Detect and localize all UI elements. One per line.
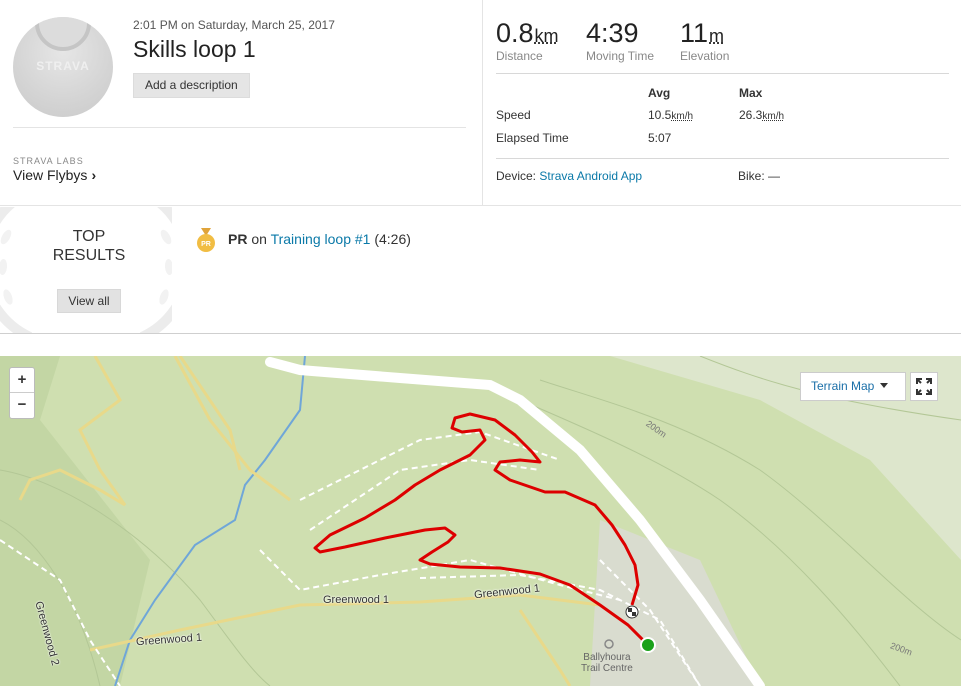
pr-prefix: PR [228, 231, 248, 247]
view-all-button[interactable]: View all [57, 289, 121, 313]
bike-info: Bike: — [738, 169, 780, 183]
speed-avg: 10.5km/h [648, 108, 693, 122]
zoom-control: + − [9, 367, 35, 419]
poi-label-line2: Trail Centre [581, 663, 633, 674]
activity-title: Skills loop 1 [133, 36, 256, 62]
stat-elevation: 11m Elevation [680, 18, 729, 63]
elevation-value: 11 [680, 18, 709, 48]
divider [496, 158, 949, 159]
chevron-right-icon: › [91, 167, 97, 183]
stat-moving-time: 4:39 Moving Time [586, 18, 654, 63]
zoom-out-button[interactable]: − [10, 393, 34, 418]
pr-on: on [251, 231, 267, 247]
elapsed-time-label: Elapsed Time [496, 131, 569, 145]
map-type-label: Terrain Map [811, 379, 875, 393]
pr-time: (4:26) [374, 231, 411, 247]
map-type-dropdown[interactable]: Terrain Map [800, 372, 906, 401]
speed-label: Speed [496, 108, 531, 122]
finish-flag-icon [625, 605, 639, 619]
laurel-wreath-icon [0, 207, 172, 333]
add-description-button[interactable]: Add a description [133, 73, 250, 98]
pr-medal-text: PR [201, 241, 211, 248]
divider [0, 205, 961, 206]
hill-shade [610, 356, 961, 560]
view-flybys-link[interactable]: View Flybys › [13, 167, 96, 183]
vertical-divider [482, 0, 483, 205]
top-results-line2: RESULTS [52, 247, 126, 264]
avatar-jersey-collar [35, 17, 91, 51]
speed-avg-unit: km/h [671, 111, 694, 122]
moving-time-value: 4:39 [586, 18, 639, 48]
avg-header: Avg [648, 86, 671, 100]
speed-max-value: 26.3 [739, 108, 763, 122]
fullscreen-icon [916, 378, 932, 395]
route-map[interactable]: Greenwood 1 Greenwood 1 Greenwood 1 Gree… [0, 356, 961, 686]
pr-medal-icon: PR [197, 228, 215, 252]
segment-link[interactable]: Training loop #1 [271, 231, 371, 247]
device-link[interactable]: Strava Android App [539, 169, 642, 183]
elevation-label: Elevation [680, 49, 730, 63]
athlete-avatar[interactable]: STRAVA [13, 17, 113, 117]
divider [496, 73, 949, 74]
divider [0, 333, 961, 334]
device-label: Device: [496, 169, 537, 183]
divider [13, 127, 466, 128]
view-flybys-label: View Flybys [13, 167, 88, 183]
elevation-unit: m [709, 26, 725, 46]
activity-date: 2:01 PM on Saturday, March 25, 2017 [133, 18, 335, 32]
pr-achievement: PR on Training loop #1 (4:26) [228, 231, 411, 247]
max-header: Max [739, 86, 763, 100]
bike-label: Bike: [738, 169, 765, 183]
moving-time-label: Moving Time [586, 49, 655, 63]
speed-max-unit: km/h [762, 111, 785, 122]
poi-label-trail-centre: Ballyhoura Trail Centre [581, 652, 633, 674]
bike-value: — [768, 169, 781, 183]
caret-down-icon [880, 383, 889, 388]
stat-distance: 0.8km Distance [496, 18, 559, 63]
trail-label-greenwood-1: Greenwood 1 [323, 594, 390, 606]
distance-label: Distance [496, 49, 543, 63]
strava-labs-label: STRAVA LABS [13, 156, 84, 166]
start-marker-icon [640, 637, 656, 653]
zoom-in-button[interactable]: + [10, 368, 34, 393]
fullscreen-button[interactable] [910, 372, 938, 401]
speed-max: 26.3km/h [739, 108, 784, 122]
top-results-line1: TOP [72, 228, 106, 245]
device-info: Device: Strava Android App [496, 169, 642, 183]
top-results-title: TOP RESULTS [40, 227, 138, 265]
elapsed-time-value: 5:07 [648, 131, 672, 145]
distance-unit: km [534, 26, 559, 46]
poi-label-line1: Ballyhoura [583, 652, 631, 663]
distance-value: 0.8 [496, 18, 534, 48]
avatar-brand-text: STRAVA [36, 59, 90, 73]
speed-avg-value: 10.5 [648, 108, 672, 122]
